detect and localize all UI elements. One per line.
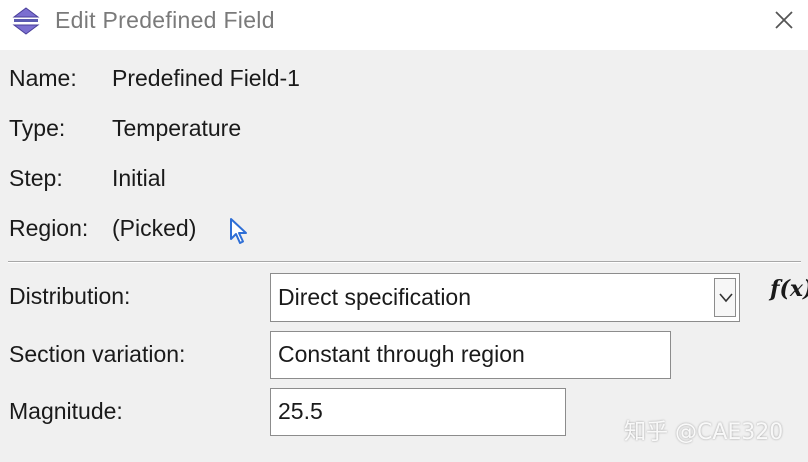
section-variation-field[interactable]: Constant through region xyxy=(270,331,671,379)
step-value: Initial xyxy=(112,165,166,191)
name-label: Name: xyxy=(9,65,77,91)
name-value: Predefined Field-1 xyxy=(112,65,300,91)
distribution-label: Distribution: xyxy=(9,283,131,309)
magnitude-value: 25.5 xyxy=(278,398,323,424)
watermark: 知乎 @CAE320 xyxy=(624,420,784,445)
title-bar: Edit Predefined Field xyxy=(0,0,808,50)
section-divider xyxy=(8,261,801,263)
magnitude-label: Magnitude: xyxy=(9,398,123,424)
chevron-down-icon xyxy=(719,293,733,303)
function-fx-button[interactable]: f(x) xyxy=(770,276,808,302)
type-label: Type: xyxy=(9,115,66,141)
section-variation-value: Constant through region xyxy=(278,341,525,367)
region-label: Region: xyxy=(9,215,89,241)
step-label: Step: xyxy=(9,165,63,191)
arrow-cursor-icon[interactable] xyxy=(226,216,252,246)
window-title: Edit Predefined Field xyxy=(55,7,275,33)
magnitude-input[interactable]: 25.5 xyxy=(270,388,566,436)
close-icon[interactable] xyxy=(770,6,798,34)
region-value: (Picked) xyxy=(112,215,197,241)
distribution-value: Direct specification xyxy=(278,284,472,310)
type-value: Temperature xyxy=(112,115,242,141)
predefined-field-app-icon xyxy=(12,7,40,35)
distribution-select[interactable]: Direct specification xyxy=(270,273,740,322)
section-variation-label: Section variation: xyxy=(9,341,186,367)
dropdown-arrow-button[interactable] xyxy=(714,278,736,317)
